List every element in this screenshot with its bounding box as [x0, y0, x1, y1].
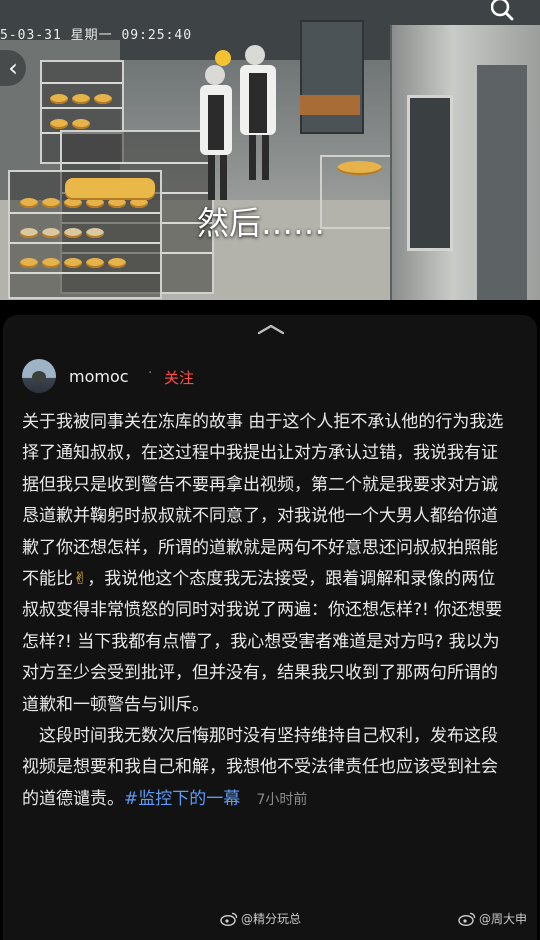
- avatar[interactable]: [22, 359, 56, 393]
- victory-hand-icon: ✌: [73, 569, 88, 590]
- video-frame-door: [300, 20, 364, 134]
- post-paragraph-2: 这段时间我无数次后悔那时没有坚持维持自己权利，发布这段视频是想要和我自己和解，我…: [22, 721, 512, 816]
- post-paragraph-1-b: ，我说他这个态度我无法接受，跟着调解和录像的两位叔叔变得非常愤怒的同时对我说了两…: [22, 569, 503, 715]
- username[interactable]: momoc: [69, 367, 129, 386]
- search-icon: [491, 0, 514, 21]
- video-frame-cart: [300, 95, 360, 115]
- video-caption: 然后……: [197, 204, 326, 242]
- video-timestamp: 5-03-31 星期一 09:25:40: [0, 28, 193, 43]
- post-paragraph-1: 关于我被同事关在冻库的故事 由于这个人拒不承认他的行为我选择了通知叔叔，在这过程…: [22, 407, 512, 721]
- post-paragraph-1-a: 关于我被同事关在冻库的故事 由于这个人拒不承认他的行为我选择了通知叔叔，在这过程…: [22, 412, 504, 590]
- post-sheet: momoc · 关注 关于我被同事关在冻库的故事 由于这个人拒不承认他的行为我选…: [3, 315, 537, 940]
- video-player[interactable]: 5-03-31 星期一 09:25:40 ‹ 然后……: [0, 0, 540, 300]
- post-body: 关于我被同事关在冻库的故事 由于这个人拒不承认他的行为我选择了通知叔叔，在这过程…: [22, 407, 512, 816]
- search-button[interactable]: [486, 0, 520, 22]
- hashtag-link[interactable]: #监控下的一幕: [124, 789, 240, 809]
- follow-button[interactable]: 关注: [164, 367, 194, 388]
- separator-dot: ·: [148, 365, 153, 381]
- watermark-left-text: @精分玩总: [241, 912, 302, 926]
- chevron-left-icon: ‹: [8, 54, 18, 82]
- weibo-logo-icon: [458, 912, 476, 926]
- post-time: 7小时前: [256, 791, 308, 808]
- chevron-up-icon[interactable]: [256, 322, 286, 336]
- video-frame-tray-buns: [65, 178, 155, 200]
- video-frame-oven: [390, 25, 540, 300]
- video-frame-table: [320, 155, 399, 229]
- watermark-left: @精分玩总: [220, 910, 301, 927]
- watermark-right-text: @周大申: [479, 912, 528, 926]
- watermark-right: @周大申: [458, 910, 527, 927]
- weibo-logo-icon: [220, 912, 238, 926]
